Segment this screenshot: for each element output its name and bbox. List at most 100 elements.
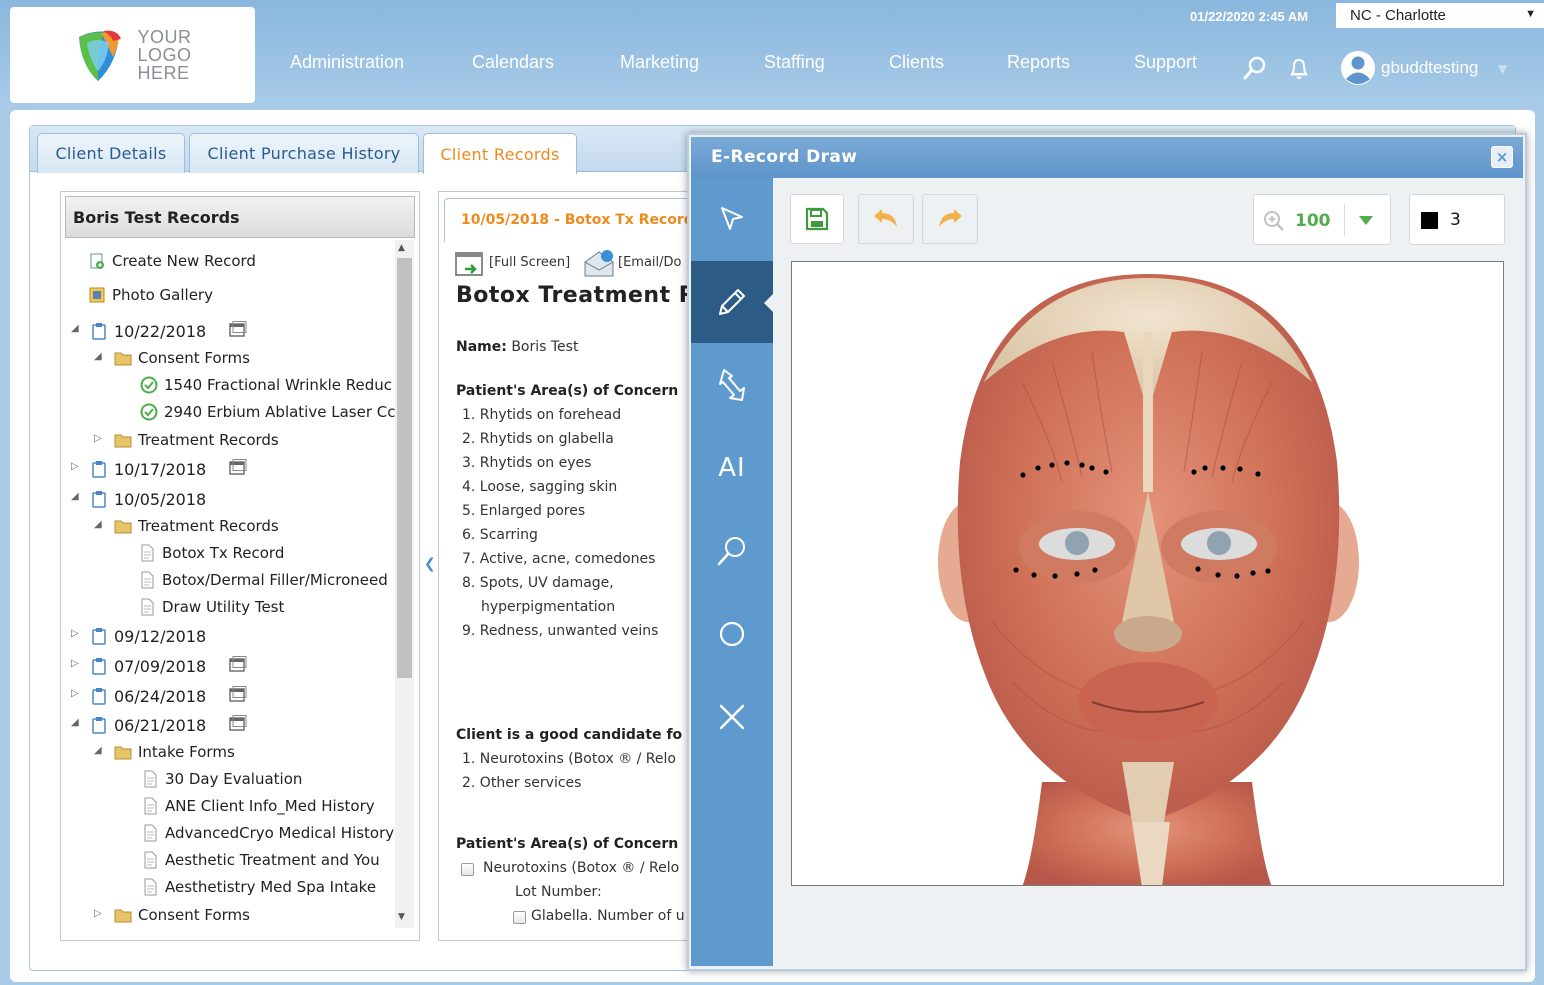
create-new-record[interactable]: Create New Record — [88, 250, 256, 272]
nav-support[interactable]: Support — [1134, 52, 1197, 73]
email-download-link[interactable]: [Email/Do — [618, 255, 681, 270]
nav-administration[interactable]: Administration — [290, 52, 404, 73]
tree-record-aesthetic-treatment[interactable]: Aesthetic Treatment and You — [141, 849, 380, 871]
brush-color-swatch[interactable] — [1421, 212, 1438, 229]
clipboard-icon — [92, 717, 106, 734]
email-icon[interactable] — [583, 248, 615, 278]
tree-record-advancedcryo[interactable]: AdvancedCryo Medical History — [141, 822, 396, 844]
expand-arrow-icon[interactable]: ◢ — [94, 351, 102, 362]
magnifier-icon — [717, 537, 745, 566]
tree-record-30-day-evaluation[interactable]: 30 Day Evaluation — [141, 768, 302, 790]
tree-record-erbium-laser[interactable]: 2940 Erbium Ablative Laser Cc — [140, 401, 396, 423]
window-icon[interactable] — [229, 656, 247, 672]
circle-tool-button[interactable] — [691, 593, 773, 675]
tree-scrollbar-thumb[interactable] — [397, 258, 412, 678]
tree-date-06-21-2018[interactable]: 06/21/2018 — [90, 714, 206, 736]
text-tool-button[interactable]: AI — [691, 427, 773, 509]
drawing-canvas[interactable] — [791, 261, 1504, 886]
tree-date-10-05-2018[interactable]: 10/05/2018 — [90, 488, 206, 510]
tree-record-botox-tx[interactable]: Botox Tx Record — [138, 542, 284, 564]
tab-client-purchase-history[interactable]: Client Purchase History — [189, 133, 419, 173]
redo-button[interactable] — [922, 194, 978, 244]
tree-date-07-09-2018[interactable]: 07/09/2018 — [90, 655, 206, 677]
collapse-arrow-icon[interactable]: ▷ — [94, 433, 102, 444]
chevron-down-icon[interactable] — [1358, 214, 1374, 226]
tree-folder-consent-forms[interactable]: Consent Forms — [114, 347, 250, 369]
scroll-up-arrow-icon[interactable]: ▲ — [398, 243, 405, 253]
collapse-arrow-icon[interactable]: ▷ — [71, 688, 79, 699]
save-button[interactable] — [790, 194, 844, 244]
tree-record-aesthetistry-intake[interactable]: Aesthetistry Med Spa Intake — [141, 876, 376, 898]
folder-icon — [114, 909, 132, 923]
undo-button[interactable] — [858, 194, 914, 244]
tab-client-details[interactable]: Client Details — [37, 133, 185, 173]
collapse-arrow-icon[interactable]: ▷ — [71, 628, 79, 639]
collapse-panel-arrow-icon[interactable]: ❮ — [424, 556, 436, 572]
tree-date-06-24-2018[interactable]: 06/24/2018 — [90, 685, 206, 707]
logo[interactable]: YOUR LOGO HERE — [10, 7, 255, 103]
check-circle-icon — [140, 403, 158, 421]
full-screen-icon[interactable] — [455, 251, 485, 277]
concern-item: 1. Rhytids on forehead — [462, 407, 622, 423]
clear-tool-button[interactable] — [691, 676, 773, 758]
document-icon — [144, 770, 157, 788]
nav-reports[interactable]: Reports — [1007, 52, 1070, 73]
tree-folder-treatment-records[interactable]: Treatment Records — [114, 429, 279, 451]
tree-folder-intake-forms[interactable]: Intake Forms — [114, 741, 235, 763]
search-icon[interactable] — [1242, 55, 1268, 81]
window-icon[interactable] — [229, 715, 247, 731]
window-icon[interactable] — [229, 686, 247, 702]
close-icon[interactable]: × — [1491, 146, 1513, 168]
record-document-tab[interactable]: 10/05/2018 - Botox Tx Record — [444, 198, 694, 242]
window-icon[interactable] — [229, 459, 247, 475]
collapse-arrow-icon[interactable]: ▷ — [71, 461, 79, 472]
tree-folder-treatment-records[interactable]: Treatment Records — [114, 515, 279, 537]
arrow-tool-button[interactable] — [691, 344, 773, 426]
neurotoxins-checkbox[interactable] — [461, 863, 474, 876]
expand-arrow-icon[interactable]: ◢ — [71, 323, 79, 334]
location-select[interactable]: NC - Charlotte ▼ — [1336, 3, 1544, 28]
expand-arrow-icon[interactable]: ◢ — [94, 519, 102, 530]
clipboard-icon — [92, 688, 106, 705]
nav-clients[interactable]: Clients — [889, 52, 944, 73]
collapse-arrow-icon[interactable]: ▷ — [71, 658, 79, 669]
clipboard-icon — [92, 658, 106, 675]
tree-record-draw-utility-test[interactable]: Draw Utility Test — [138, 596, 284, 618]
zoom-tool-button[interactable] — [691, 510, 773, 592]
expand-arrow-icon[interactable]: ◢ — [71, 717, 79, 728]
tree-date-10-17-2018[interactable]: 10/17/2018 — [90, 458, 206, 480]
window-icon[interactable] — [229, 321, 247, 337]
user-menu-chevron-icon[interactable]: ▼ — [1498, 62, 1507, 76]
bell-icon[interactable] — [1286, 55, 1312, 81]
expand-arrow-icon[interactable]: ◢ — [71, 491, 79, 502]
pencil-tool-button[interactable] — [691, 261, 773, 343]
text-tool-label: AI — [718, 453, 746, 483]
folder-icon — [114, 352, 132, 366]
concern-heading: Patient's Area(s) of Concern — [456, 383, 679, 399]
photo-gallery[interactable]: Photo Gallery — [88, 284, 213, 306]
full-screen-link[interactable]: [Full Screen] — [489, 255, 570, 270]
username[interactable]: gbuddtesting — [1381, 58, 1478, 78]
x-icon — [719, 704, 745, 730]
nav-calendars[interactable]: Calendars — [472, 52, 554, 73]
glabella-checkbox[interactable] — [513, 911, 526, 924]
select-tool-button[interactable] — [691, 178, 773, 260]
tree-record-ane-client-info[interactable]: ANE Client Info_Med History — [141, 795, 375, 817]
tab-client-records[interactable]: Client Records — [423, 133, 577, 174]
tree-record-botox-dermal-filler[interactable]: Botox/Dermal Filler/Microneed — [138, 569, 396, 591]
expand-arrow-icon[interactable]: ◢ — [94, 745, 102, 756]
check-circle-icon — [140, 376, 158, 394]
lot-number-label: Lot Number: — [515, 884, 602, 900]
user-avatar-icon[interactable] — [1340, 50, 1376, 86]
arrow-pointer-icon — [721, 207, 743, 230]
tree-record-fractional-wrinkle[interactable]: 1540 Fractional Wrinkle Reduc — [140, 374, 396, 396]
tree-folder-consent-forms-2[interactable]: Consent Forms — [114, 904, 250, 926]
collapse-arrow-icon[interactable]: ▷ — [94, 908, 102, 919]
concern-item: 3. Rhytids on eyes — [462, 455, 592, 471]
folder-icon — [114, 434, 132, 448]
scroll-down-arrow-icon[interactable]: ▼ — [398, 912, 405, 922]
tree-date-09-12-2018[interactable]: 09/12/2018 — [90, 625, 206, 647]
nav-staffing[interactable]: Staffing — [764, 52, 825, 73]
nav-marketing[interactable]: Marketing — [620, 52, 699, 73]
tree-date-10-22-2018[interactable]: 10/22/2018 — [90, 320, 206, 342]
